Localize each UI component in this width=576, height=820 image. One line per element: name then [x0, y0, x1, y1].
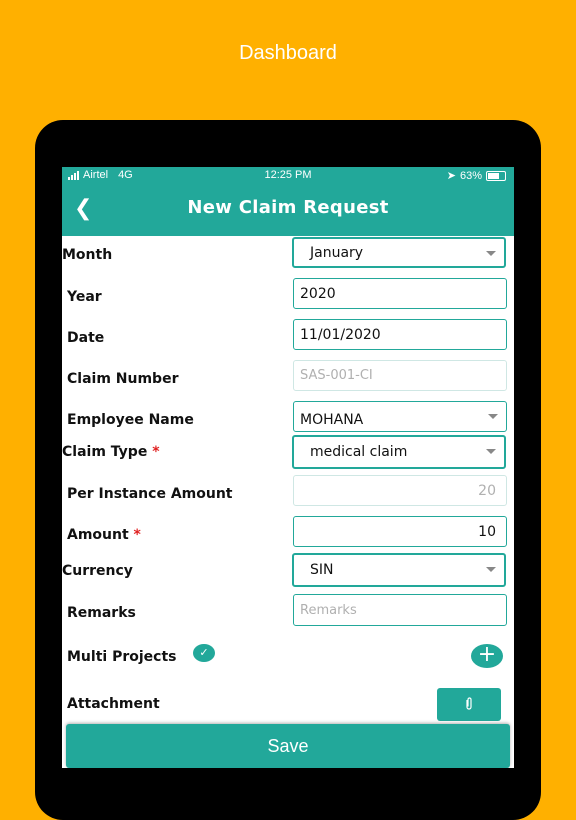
paperclip-icon [466, 697, 472, 710]
claim-number-label: Claim Number [67, 371, 179, 387]
employee-name-value: MOHANA [300, 411, 364, 428]
year-value: 2020 [300, 285, 336, 302]
app-header: ❮ New Claim Request [62, 184, 514, 236]
amount-input[interactable]: 10 [293, 516, 507, 547]
month-value: January [310, 244, 364, 261]
amount-label: Amount * [67, 527, 141, 543]
chevron-down-icon [486, 449, 496, 454]
battery-icon [486, 170, 506, 181]
claim-number-input[interactable]: SAS-001-CI [293, 360, 507, 391]
remarks-input[interactable]: Remarks [293, 594, 507, 626]
remarks-placeholder: Remarks [300, 602, 357, 618]
save-button[interactable]: Save [66, 724, 510, 768]
plus-icon: + [477, 642, 497, 667]
page-title: New Claim Request [187, 197, 389, 218]
employee-name-dropdown[interactable]: MOHANA [293, 401, 507, 432]
year-label: Year [67, 289, 102, 305]
claim-number-placeholder: SAS-001-CI [300, 368, 373, 383]
date-value: 11/01/2020 [300, 326, 381, 343]
app-screen: Airtel 4G 12:25 PM ➤ 63% ❮ New Claim Req… [62, 167, 514, 768]
chevron-down-icon [486, 251, 496, 256]
attachment-label: Attachment [67, 696, 160, 712]
remarks-label: Remarks [67, 605, 136, 621]
claim-type-value: medical claim [310, 444, 408, 460]
per-instance-amount-input[interactable]: 20 [293, 475, 507, 506]
currency-label: Currency [62, 563, 133, 579]
battery-percent: 63% [459, 169, 482, 182]
required-marker: * [133, 527, 141, 543]
check-circle-icon[interactable]: ✓ [193, 644, 215, 662]
attachment-button[interactable] [437, 688, 501, 721]
chevron-down-icon [486, 567, 496, 572]
currency-value: SIN [310, 562, 334, 578]
currency-dropdown[interactable]: SIN [292, 553, 506, 587]
per-instance-amount-label: Per Instance Amount [67, 486, 233, 502]
add-project-button[interactable]: + [471, 644, 503, 668]
amount-label-text: Amount [67, 527, 129, 543]
chevron-down-icon [488, 414, 498, 419]
employee-name-label: Employee Name [67, 412, 194, 428]
month-label: Month [62, 247, 113, 263]
required-marker: * [152, 444, 160, 460]
promo-title: Dashboard [239, 42, 337, 64]
location-icon: ➤ [446, 170, 456, 182]
claim-type-label: Claim Type * [62, 444, 160, 460]
claim-type-dropdown[interactable]: medical claim [292, 435, 506, 469]
date-input[interactable]: 11/01/2020 [293, 319, 507, 350]
date-label: Date [67, 330, 105, 346]
per-instance-amount-value: 20 [478, 482, 496, 499]
status-bar: Airtel 4G 12:25 PM ➤ 63% [62, 167, 514, 184]
month-dropdown[interactable]: January [292, 237, 506, 268]
claim-type-label-text: Claim Type [62, 444, 148, 460]
amount-value: 10 [478, 523, 496, 540]
year-input[interactable]: 2020 [293, 278, 507, 309]
multi-projects-label: Multi Projects [67, 649, 177, 665]
